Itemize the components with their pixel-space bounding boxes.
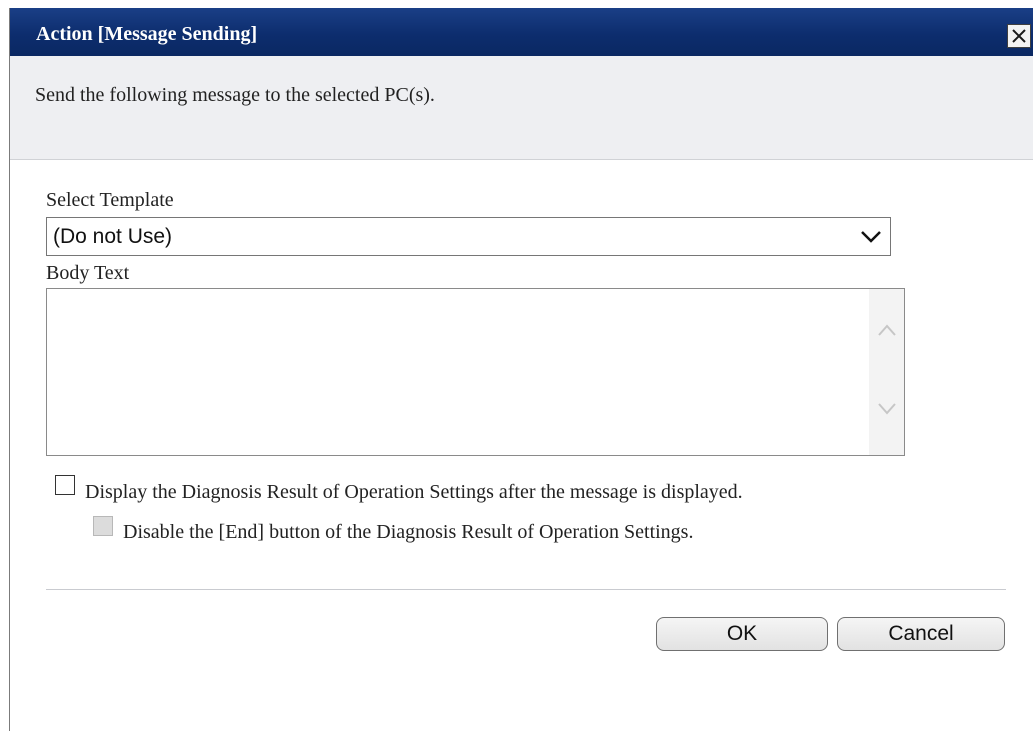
cancel-button[interactable]: Cancel — [837, 617, 1005, 651]
chevron-down-icon — [861, 231, 881, 243]
ok-button[interactable]: OK — [656, 617, 828, 651]
display-diagnosis-label: Display the Diagnosis Result of Operatio… — [85, 481, 743, 503]
disable-end-button-label: Disable the [End] button of the Diagnosi… — [123, 521, 694, 543]
template-select[interactable]: (Do not Use) — [46, 217, 891, 256]
body-text-area — [46, 288, 905, 456]
display-diagnosis-checkbox[interactable] — [55, 475, 75, 495]
info-banner: Send the following message to the select… — [10, 56, 1033, 160]
close-icon — [1012, 29, 1026, 43]
message-sending-dialog: Action [Message Sending] Send the follow… — [9, 8, 1033, 731]
template-select-value: (Do not Use) — [53, 225, 173, 248]
body-text-label: Body Text — [46, 262, 130, 284]
dialog-title: Action [Message Sending] — [36, 23, 258, 45]
chevron-down-icon[interactable] — [877, 402, 897, 416]
select-template-label: Select Template — [46, 189, 174, 211]
dialog-titlebar: Action [Message Sending] — [10, 8, 1033, 56]
footer-divider — [46, 589, 1006, 590]
chevron-up-icon[interactable] — [877, 323, 897, 337]
body-text-scrollbar[interactable] — [869, 289, 904, 455]
dialog-description: Send the following message to the select… — [35, 84, 435, 106]
close-button[interactable] — [1007, 24, 1031, 48]
disable-end-button-checkbox — [93, 516, 113, 536]
body-text-input[interactable] — [47, 289, 867, 455]
